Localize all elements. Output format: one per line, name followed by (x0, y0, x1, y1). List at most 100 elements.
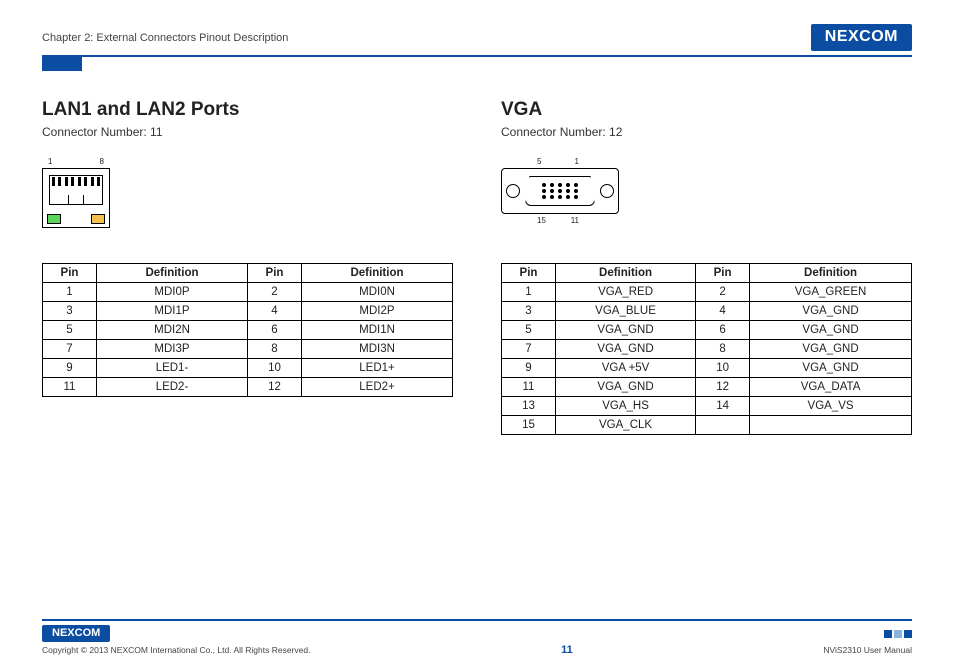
vga-section: VGA Connector Number: 12 5 1 15 11 (501, 99, 912, 435)
pin-cell: 9 (43, 359, 97, 378)
vga-title: VGA (501, 99, 912, 121)
table-header: Definition (97, 264, 248, 283)
pin-cell: 5 (502, 321, 556, 340)
pin-cell: 6 (696, 321, 750, 340)
lan-pin-label-8: 8 (100, 157, 104, 166)
definition-cell: VGA_GREEN (750, 283, 912, 302)
table-row: 3VGA_BLUE4VGA_GND (502, 302, 912, 321)
definition-cell: MDI0P (97, 283, 248, 302)
pin-cell: 11 (43, 378, 97, 397)
table-header: Pin (696, 264, 750, 283)
definition-cell: MDI1P (97, 302, 248, 321)
definition-cell: LED2- (97, 378, 248, 397)
pin-cell (696, 416, 750, 435)
pin-cell: 3 (502, 302, 556, 321)
table-row: 5VGA_GND6VGA_GND (502, 321, 912, 340)
table-header: Definition (302, 264, 453, 283)
table-row: 7MDI3P8MDI3N (43, 340, 453, 359)
definition-cell: VGA_GND (556, 321, 696, 340)
manual-name: NViS2310 User Manual (823, 645, 912, 655)
lan-pin-label-1: 1 (48, 157, 52, 166)
pin-cell: 10 (696, 359, 750, 378)
pin-cell: 7 (43, 340, 97, 359)
vga-pinout-table: Pin Definition Pin Definition 1VGA_RED2V… (501, 263, 912, 435)
definition-cell: MDI2N (97, 321, 248, 340)
vga-pin-label-1: 1 (575, 157, 579, 166)
pin-cell: 6 (248, 321, 302, 340)
table-row: 1MDI0P2MDI0N (43, 283, 453, 302)
definition-cell: MDI3P (97, 340, 248, 359)
pin-cell: 12 (248, 378, 302, 397)
definition-cell: VGA_GND (750, 321, 912, 340)
definition-cell (750, 416, 912, 435)
definition-cell: LED1- (97, 359, 248, 378)
definition-cell: VGA_DATA (750, 378, 912, 397)
vga-diagram: 5 1 15 11 (501, 157, 912, 257)
table-row: 5MDI2N6MDI1N (43, 321, 453, 340)
page-header: Chapter 2: External Connectors Pinout De… (42, 24, 912, 57)
footer-squares-icon (884, 630, 912, 638)
vga-pin-label-15: 15 (537, 216, 546, 225)
definition-cell: VGA_GND (750, 359, 912, 378)
table-header: Definition (750, 264, 912, 283)
table-header: Definition (556, 264, 696, 283)
rj45-led-amber-icon (91, 214, 105, 224)
lan-title: LAN1 and LAN2 Ports (42, 99, 453, 121)
definition-cell: VGA_HS (556, 397, 696, 416)
definition-cell: MDI3N (302, 340, 453, 359)
pin-cell: 10 (248, 359, 302, 378)
pin-cell: 8 (248, 340, 302, 359)
definition-cell: VGA_GND (750, 340, 912, 359)
pin-cell: 13 (502, 397, 556, 416)
definition-cell: MDI2P (302, 302, 453, 321)
pin-cell: 5 (43, 321, 97, 340)
lan-section: LAN1 and LAN2 Ports Connector Number: 11… (42, 99, 453, 435)
table-row: 11LED2-12LED2+ (43, 378, 453, 397)
vga-screw-icon (600, 184, 614, 198)
vga-subtitle: Connector Number: 12 (501, 125, 912, 139)
pin-cell: 1 (43, 283, 97, 302)
lan-pinout-table: Pin Definition Pin Definition 1MDI0P2MDI… (42, 263, 453, 397)
definition-cell: VGA_GND (556, 378, 696, 397)
table-header: Pin (43, 264, 97, 283)
table-header: Pin (502, 264, 556, 283)
vga-pin-label-11: 11 (571, 216, 579, 225)
copyright-text: Copyright © 2013 NEXCOM International Co… (42, 645, 310, 655)
definition-cell: LED1+ (302, 359, 453, 378)
pin-cell: 11 (502, 378, 556, 397)
vga-screw-icon (506, 184, 520, 198)
page-number: 11 (561, 644, 573, 656)
footer-logo: NEXCOM (42, 625, 110, 642)
brand-logo: NEXCOM (811, 24, 912, 51)
definition-cell: VGA_RED (556, 283, 696, 302)
definition-cell: VGA +5V (556, 359, 696, 378)
pin-cell: 7 (502, 340, 556, 359)
pin-cell: 8 (696, 340, 750, 359)
table-row: 9LED1-10LED1+ (43, 359, 453, 378)
definition-cell: VGA_CLK (556, 416, 696, 435)
table-header-row: Pin Definition Pin Definition (502, 264, 912, 283)
pin-cell: 4 (248, 302, 302, 321)
pin-cell: 2 (248, 283, 302, 302)
definition-cell: MDI1N (302, 321, 453, 340)
content-row: LAN1 and LAN2 Ports Connector Number: 11… (42, 99, 912, 435)
rj45-icon (42, 168, 110, 228)
table-row: 13VGA_HS14VGA_VS (502, 397, 912, 416)
chapter-label: Chapter 2: External Connectors Pinout De… (42, 32, 288, 44)
definition-cell: VGA_BLUE (556, 302, 696, 321)
table-row: 1VGA_RED2VGA_GREEN (502, 283, 912, 302)
pin-cell: 4 (696, 302, 750, 321)
pin-cell: 15 (502, 416, 556, 435)
definition-cell: VGA_GND (750, 302, 912, 321)
table-row: 7VGA_GND8VGA_GND (502, 340, 912, 359)
definition-cell: VGA_VS (750, 397, 912, 416)
pin-cell: 12 (696, 378, 750, 397)
table-row: 15VGA_CLK (502, 416, 912, 435)
definition-cell: MDI0N (302, 283, 453, 302)
lan-diagram: 1 8 (42, 157, 453, 257)
table-row: 11VGA_GND12VGA_DATA (502, 378, 912, 397)
pin-cell: 9 (502, 359, 556, 378)
vga-connector-icon (501, 168, 619, 214)
definition-cell: VGA_GND (556, 340, 696, 359)
table-row: 3MDI1P4MDI2P (43, 302, 453, 321)
